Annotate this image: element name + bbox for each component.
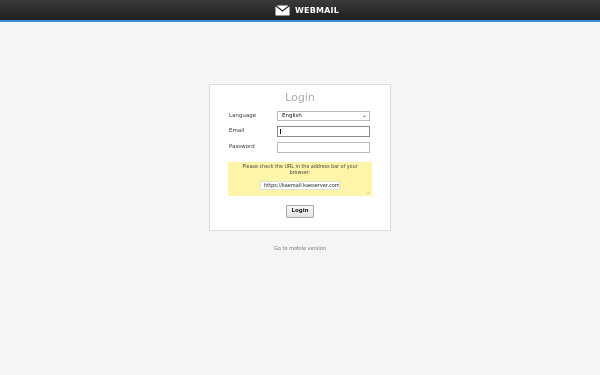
url-notice-text: Please check the URL in the address bar … bbox=[242, 165, 358, 176]
text-caret bbox=[280, 129, 281, 134]
language-label: Language bbox=[229, 113, 257, 119]
login-button[interactable]: Login bbox=[286, 205, 314, 218]
language-select-value: English bbox=[282, 113, 302, 119]
chevron-down-icon: ⌄ bbox=[361, 112, 367, 119]
email-field[interactable] bbox=[277, 126, 370, 137]
url-display: https://kaemail.kaeserver.com/ bbox=[260, 181, 340, 190]
login-title: Login bbox=[285, 91, 315, 104]
login-panel: Login Language English ⌄ Email Password … bbox=[209, 84, 391, 231]
password-field[interactable] bbox=[277, 142, 370, 153]
top-bar: WEBMAIL bbox=[0, 0, 600, 22]
brand: WEBMAIL bbox=[275, 4, 339, 17]
brand-name: WEBMAIL bbox=[295, 6, 340, 15]
url-notice: Please check the URL in the address bar … bbox=[228, 162, 372, 196]
scroll-indicator-icon: ⌄ bbox=[366, 190, 370, 195]
language-select[interactable]: English ⌄ bbox=[277, 111, 370, 121]
email-label: Email bbox=[229, 128, 245, 134]
mobile-version-link[interactable]: Go to mobile version bbox=[0, 246, 600, 252]
password-label: Password bbox=[229, 144, 255, 150]
envelope-icon bbox=[275, 5, 290, 16]
